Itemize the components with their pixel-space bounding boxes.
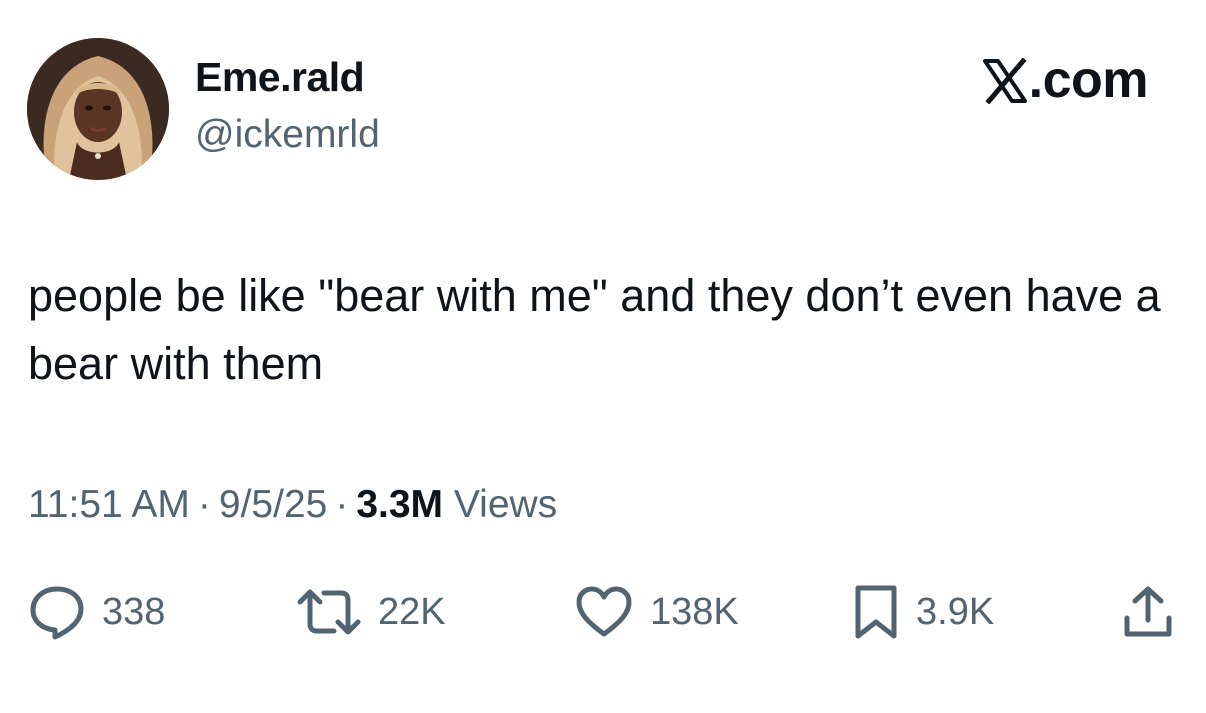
- tweet-date[interactable]: 9/5/25: [219, 483, 327, 526]
- retweet-button[interactable]: 22K: [296, 584, 446, 640]
- brand-logo[interactable]: .com: [982, 50, 1149, 110]
- retweet-icon: [296, 584, 362, 640]
- brand-suffix: .com: [1028, 51, 1149, 109]
- like-button[interactable]: 138K: [574, 584, 739, 640]
- tweet-time[interactable]: 11:51 AM: [28, 483, 190, 526]
- share-button[interactable]: [1120, 584, 1176, 640]
- action-bar: 338 22K 138K 3.9K: [0, 584, 1206, 640]
- bookmark-count: 3.9K: [916, 590, 995, 633]
- author-handle[interactable]: @ickemrld: [195, 113, 380, 157]
- views-label: Views: [453, 483, 558, 526]
- heart-icon: [574, 584, 634, 640]
- meta-separator: ·: [197, 483, 211, 526]
- bookmark-icon: [852, 584, 900, 640]
- bookmark-button[interactable]: 3.9K: [852, 584, 994, 640]
- reply-count: 338: [102, 590, 166, 633]
- reply-icon: [28, 584, 86, 640]
- tweet-meta: 11:51 AM · 9/5/25 · 3.3M Views: [28, 483, 557, 527]
- retweet-count: 22K: [378, 590, 446, 633]
- tweet-text: people be like "bear with me" and they d…: [28, 270, 1161, 389]
- author-display-name[interactable]: Eme.rald: [195, 54, 365, 101]
- avatar[interactable]: [27, 38, 169, 180]
- like-count: 138K: [650, 590, 739, 633]
- reply-button[interactable]: 338: [28, 584, 165, 640]
- share-icon: [1120, 584, 1176, 640]
- views-count: 3.3M: [356, 483, 444, 526]
- meta-separator: ·: [335, 483, 349, 526]
- x-logo-icon: [982, 57, 1027, 105]
- avatar-image: [27, 38, 169, 180]
